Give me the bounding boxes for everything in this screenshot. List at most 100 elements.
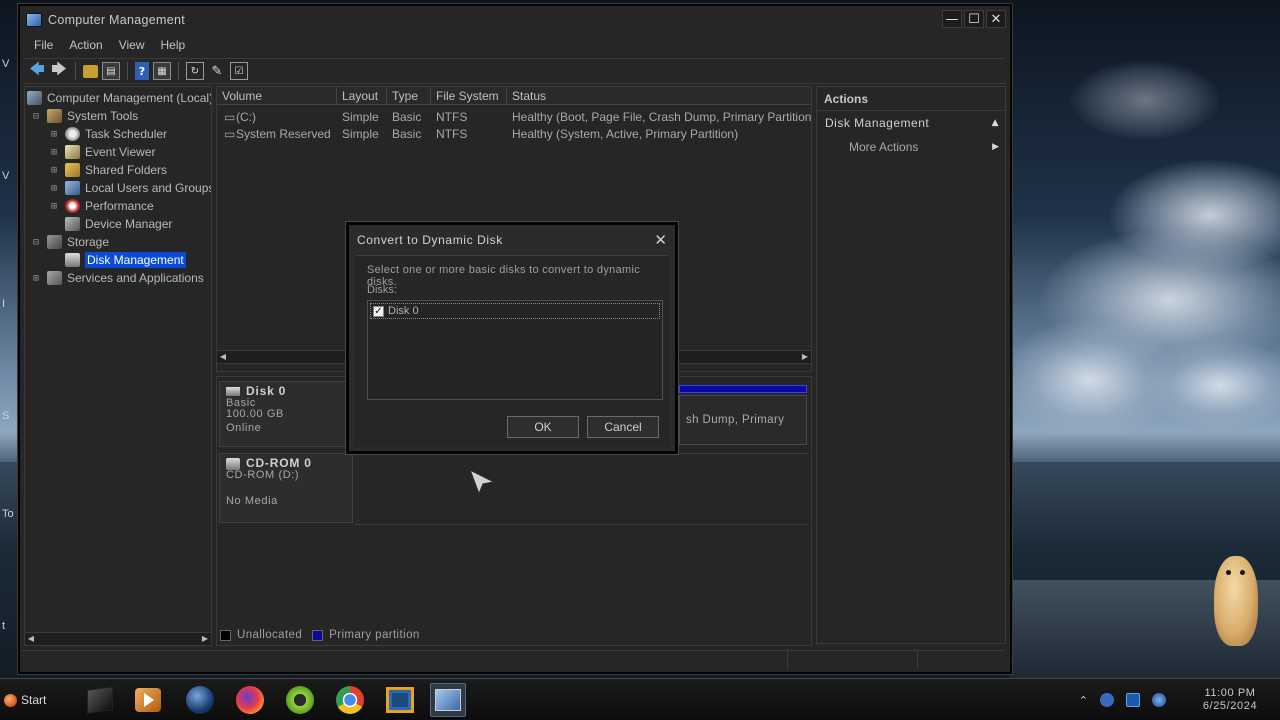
cancel-button[interactable]: Cancel [587, 416, 659, 438]
expand-icon[interactable]: ⊞ [51, 183, 61, 194]
actions-section-disk-management[interactable]: Disk Management ▲ [817, 111, 1005, 135]
column-header-status[interactable]: Status [507, 87, 811, 105]
tree-item-storage[interactable]: ⊟ Storage [33, 233, 109, 251]
menu-bar: File Action View Help [20, 36, 193, 56]
start-button[interactable]: Start [4, 689, 46, 711]
collapse-up-icon[interactable]: ▲ [992, 111, 999, 135]
scroll-right-icon[interactable]: ▶ [199, 633, 211, 645]
tree-item-local-users[interactable]: ⊞ Local Users and Groups [51, 179, 212, 197]
column-header-type[interactable]: Type [387, 87, 431, 105]
tree-item-services[interactable]: ⊞ Services and Applications [33, 269, 204, 287]
chrome-icon [336, 686, 364, 714]
tree-item-event-viewer[interactable]: ⊞ Event Viewer [51, 143, 155, 161]
tree-item-disk-management[interactable]: Disk Management [65, 251, 186, 269]
disk-icon [65, 253, 80, 267]
desktop-icon-label[interactable]: t [2, 620, 5, 632]
desktop-icon-label[interactable]: V [2, 58, 9, 70]
table-row[interactable]: ▭ (C:) Simple Basic NTFS Healthy (Boot, … [217, 109, 811, 126]
tray-display-icon[interactable] [1126, 693, 1140, 707]
back-arrow-icon[interactable]: 🡄 [28, 60, 46, 80]
volume-name: System Reserved [236, 127, 331, 141]
volume-type: Basic [392, 127, 422, 141]
legend-unallocated: Unallocated [237, 629, 303, 641]
expand-icon[interactable]: ⊞ [51, 129, 61, 140]
status-cell [788, 651, 918, 669]
expand-icon[interactable]: ⊞ [33, 273, 43, 284]
dialog-close-icon[interactable]: ✕ [654, 231, 667, 249]
properties-icon[interactable]: ▦ [153, 62, 171, 80]
tree-item-shared-folders[interactable]: ⊞ Shared Folders [51, 161, 167, 179]
column-header-file-system[interactable]: File System [431, 87, 507, 105]
desktop-icon-label[interactable]: S [2, 410, 9, 422]
close-button[interactable]: ✕ [986, 10, 1006, 28]
desktop-icon-label[interactable]: V [2, 170, 9, 182]
scroll-left-icon[interactable]: ◀ [25, 633, 37, 645]
tray-network-icon[interactable] [1100, 693, 1114, 707]
tray-shield-icon[interactable] [1152, 693, 1166, 707]
maximize-button[interactable]: ☐ [964, 10, 984, 28]
ok-button[interactable]: OK [507, 416, 579, 438]
collapse-icon[interactable]: ⊟ [33, 237, 43, 248]
menu-file[interactable]: File [26, 36, 61, 56]
show-hidden-icons-icon[interactable]: ⌃ [1079, 694, 1088, 707]
tree-horizontal-scrollbar[interactable]: ◀ ▶ [24, 632, 212, 646]
folder-up-icon[interactable] [83, 64, 98, 78]
disks-listbox[interactable]: ✓ Disk 0 [367, 300, 663, 400]
taskbar-app-chrome[interactable] [332, 683, 368, 717]
tree-item-task-scheduler[interactable]: ⊞ Task Scheduler [51, 125, 167, 143]
window-controls: — ☐ ✕ [942, 10, 1006, 28]
tree-item-label: Local Users and Groups [85, 181, 212, 195]
disk-0-label[interactable]: Disk 0 Basic 100.00 GB Online [219, 381, 353, 447]
more-actions-item[interactable]: More Actions ▶ [817, 135, 1005, 159]
column-header-volume[interactable]: Volume [217, 87, 337, 105]
wizard-icon[interactable]: ☑ [230, 62, 248, 80]
taskbar-app-computer-management[interactable] [430, 683, 466, 717]
performance-icon [65, 199, 80, 213]
cleaner-icon [286, 686, 314, 714]
more-actions-label: More Actions [849, 140, 919, 154]
menu-action[interactable]: Action [61, 36, 110, 56]
start-label: Start [21, 693, 47, 707]
taskbar-clock[interactable]: 11:00 PM 6/25/2024 [1180, 687, 1280, 713]
taskbar-app-firefox[interactable] [232, 683, 268, 717]
tree-item-label: Device Manager [85, 217, 173, 231]
expand-icon[interactable]: ⊞ [51, 147, 61, 158]
partition-c[interactable]: sh Dump, Primary [679, 395, 807, 445]
table-row[interactable]: ▭ System Reserved Simple Basic NTFS Heal… [217, 126, 811, 143]
export-list-icon[interactable]: ✎ [208, 62, 226, 80]
list-item[interactable]: ✓ Disk 0 [370, 303, 660, 319]
menu-help[interactable]: Help [153, 36, 194, 56]
event-viewer-icon [65, 145, 80, 159]
scroll-right-icon[interactable]: ▶ [799, 351, 811, 363]
collapse-icon[interactable]: ⊟ [33, 111, 43, 122]
minimize-button[interactable]: — [942, 10, 962, 28]
tree-item-system-tools[interactable]: ⊟ System Tools [33, 107, 138, 125]
desktop-icon-label[interactable]: I [2, 298, 5, 310]
taskbar-app-media-player[interactable] [130, 683, 166, 717]
title-bar[interactable]: Computer Management — ☐ ✕ [20, 6, 1010, 34]
tools-icon [47, 109, 62, 123]
disk-checkbox[interactable]: ✓ [373, 305, 384, 317]
taskbar-app-cube[interactable] [82, 683, 118, 717]
taskbar-app-virtualbox[interactable] [382, 683, 418, 717]
tree-item-device-manager[interactable]: Device Manager [65, 215, 172, 233]
services-icon [47, 271, 62, 285]
forward-arrow-icon[interactable]: 🡆 [50, 60, 68, 80]
help-icon[interactable]: ? [135, 62, 149, 80]
scroll-left-icon[interactable]: ◀ [217, 351, 229, 363]
cdrom-0-label[interactable]: CD-ROM 0 CD-ROM (D:) No Media [219, 453, 353, 523]
tree-item-performance[interactable]: ⊞ Performance [51, 197, 154, 215]
taskbar-app-cleaner[interactable] [282, 683, 318, 717]
expand-icon[interactable]: ⊞ [51, 165, 61, 176]
desktop-icon-label[interactable]: To [2, 508, 14, 520]
expand-icon[interactable]: ⊞ [51, 201, 61, 212]
chevron-right-icon: ▶ [992, 142, 999, 152]
column-header-layout[interactable]: Layout [337, 87, 387, 105]
refresh-icon[interactable]: ↻ [186, 62, 204, 80]
hamster-eye [1226, 570, 1231, 575]
taskbar-app-globe[interactable] [182, 683, 218, 717]
tree-item-root[interactable]: Computer Management (Local) [27, 89, 211, 107]
cube-app-icon [87, 686, 113, 714]
menu-view[interactable]: View [111, 36, 153, 56]
show-hide-tree-icon[interactable]: ▤ [102, 62, 120, 80]
